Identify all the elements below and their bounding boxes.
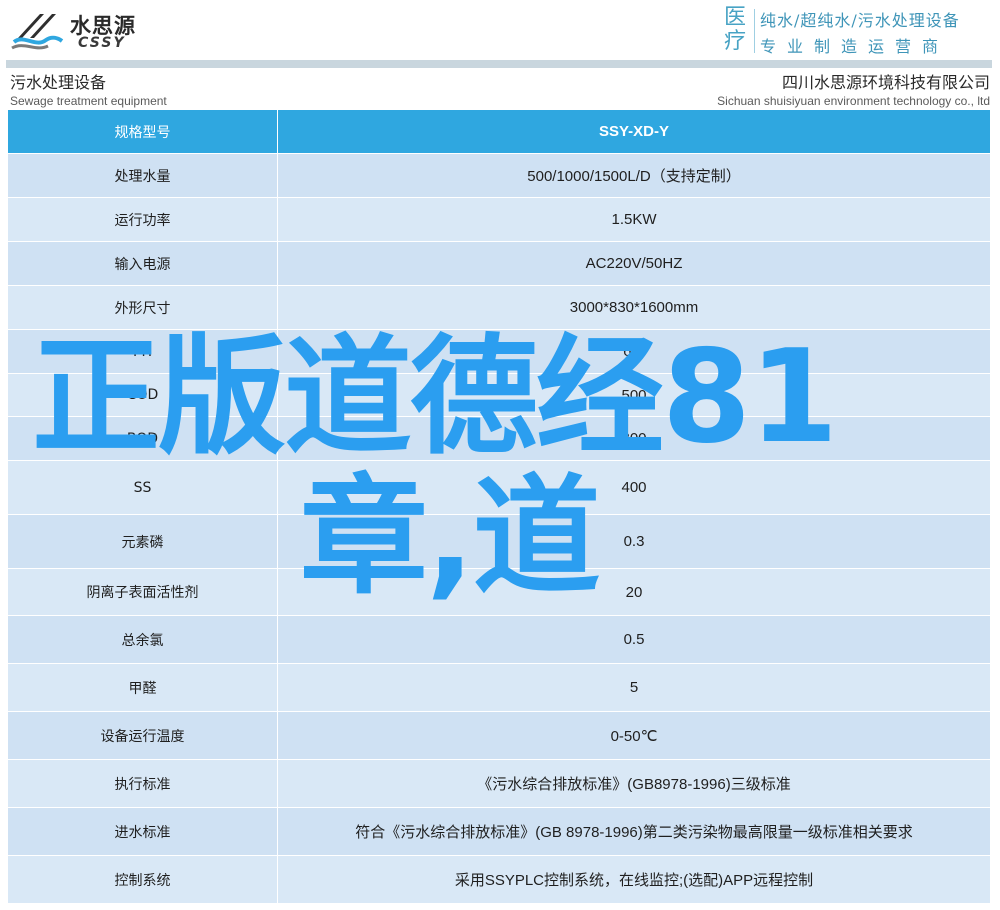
table-row: 处理水量 500/1000/1500L/D（支持定制） xyxy=(7,153,991,198)
table-row: 运行功率 1.5KW xyxy=(7,197,991,242)
table-row: 元素磷 0.3 xyxy=(7,514,991,569)
table-row: COD 500 xyxy=(7,373,991,417)
spec-label-cell: 执行标准 xyxy=(7,759,278,808)
spec-value-cell: 6-9 xyxy=(277,329,991,374)
slogan-products: 纯水/超纯水/污水处理设备 xyxy=(760,11,960,30)
product-category-cn: 污水处理设备 xyxy=(10,73,107,92)
table-row: PH 6-9 xyxy=(7,329,991,374)
spec-value-cell: 采用SSYPLC控制系统，在线监控;(选配)APP远程控制 xyxy=(277,855,991,904)
spec-value-cell: 400 xyxy=(277,460,991,515)
spec-label-cell: 设备运行温度 xyxy=(7,711,278,760)
spec-label-cell: 总余氯 xyxy=(7,615,278,664)
company-name-cn: 四川水思源环境科技有限公司 xyxy=(781,73,990,92)
spec-label-cell: PH xyxy=(7,329,278,374)
table-row: 甲醛 5 xyxy=(7,663,991,712)
company-name: 四川水思源环境科技有限公司 Sichuan shuisiyuan environ… xyxy=(717,72,990,108)
table-row: 总余氯 0.5 xyxy=(7,615,991,664)
header-divider xyxy=(6,60,992,68)
spec-value-cell: 符合《污水综合排放标准》(GB 8978-1996)第二类污染物最高限量一级标准… xyxy=(277,807,991,856)
table-row: SS 400 xyxy=(7,460,991,515)
table-row: 控制系统 采用SSYPLC控制系统，在线监控;(选配)APP远程控制 xyxy=(7,855,991,904)
spec-value-cell: 3000*830*1600mm xyxy=(277,285,991,330)
spec-table-header-row: 规格型号 SSY-XD-Y xyxy=(7,109,991,154)
spec-header-label: 规格型号 xyxy=(7,109,278,154)
spec-label-cell: 处理水量 xyxy=(7,153,278,198)
spec-label-cell: 甲醛 xyxy=(7,663,278,712)
product-category-en: Sewage treatment equipment xyxy=(10,94,167,108)
table-row: 进水标准 符合《污水综合排放标准》(GB 8978-1996)第二类污染物最高限量… xyxy=(7,807,991,856)
spec-label-cell: 外形尺寸 xyxy=(7,285,278,330)
spec-value-cell: 《污水综合排放标准》(GB8978-1996)三级标准 xyxy=(277,759,991,808)
spec-value-cell: 1.5KW xyxy=(277,197,991,242)
spec-value-cell: 0.5 xyxy=(277,615,991,664)
spec-label-cell: BOD xyxy=(7,416,278,461)
slogan-operator: 专业制造运营商 xyxy=(760,37,950,56)
spec-table: 规格型号 SSY-XD-Y 处理水量 500/1000/1500L/D（支持定制）… xyxy=(7,109,991,904)
spec-value-cell: 20 xyxy=(277,568,991,616)
spec-value-cell: 0.3 xyxy=(277,514,991,569)
spec-table-body: 处理水量 500/1000/1500L/D（支持定制） 运行功率 1.5KW 输入电源 A… xyxy=(7,153,991,904)
spec-value-cell: 5 xyxy=(277,663,991,712)
water-wave-logo-icon xyxy=(11,14,64,50)
table-row: BOD 300 xyxy=(7,416,991,461)
spec-label-cell: SS xyxy=(7,460,278,515)
spec-label-cell: 阴离子表面活性剂 xyxy=(7,568,278,616)
spec-label-cell: 控制系统 xyxy=(7,855,278,904)
spec-label-cell: 进水标准 xyxy=(7,807,278,856)
spec-value-cell: 500/1000/1500L/D（支持定制） xyxy=(277,153,991,198)
spec-value-cell: 300 xyxy=(277,416,991,461)
table-row: 输入电源 AC220V/50HZ xyxy=(7,241,991,286)
spec-value-cell: 0-50℃ xyxy=(277,711,991,760)
spec-header-model: SSY-XD-Y xyxy=(277,109,991,154)
table-row: 设备运行温度 0-50℃ xyxy=(7,711,991,760)
spec-label-cell: 输入电源 xyxy=(7,241,278,286)
logo-english-name: CSSY xyxy=(78,35,126,51)
table-row: 阴离子表面活性剂 20 xyxy=(7,568,991,616)
spec-label-cell: 元素磷 xyxy=(7,514,278,569)
table-row: 外形尺寸 3000*830*1600mm xyxy=(7,285,991,330)
spec-value-cell: AC220V/50HZ xyxy=(277,241,991,286)
company-logo[interactable]: 水思源 CSSY xyxy=(10,6,150,56)
spec-label-cell: 运行功率 xyxy=(7,197,278,242)
spec-value-cell: 500 xyxy=(277,373,991,417)
table-row: 执行标准 《污水综合排放标准》(GB8978-1996)三级标准 xyxy=(7,759,991,808)
product-category: 污水处理设备 Sewage treatment equipment xyxy=(10,72,167,108)
company-name-en: Sichuan shuisiyuan environment technolog… xyxy=(717,94,990,108)
slogan-divider xyxy=(754,9,755,53)
spec-label-cell: COD xyxy=(7,373,278,417)
slogan-medical: 医疗 xyxy=(724,5,747,54)
slogan-block: 医疗 纯水/超纯水/污水处理设备 专业制造运营商 xyxy=(724,5,996,57)
top-bar: 水思源 CSSY 医疗 纯水/超纯水/污水处理设备 专业制造运营商 xyxy=(0,0,1000,62)
